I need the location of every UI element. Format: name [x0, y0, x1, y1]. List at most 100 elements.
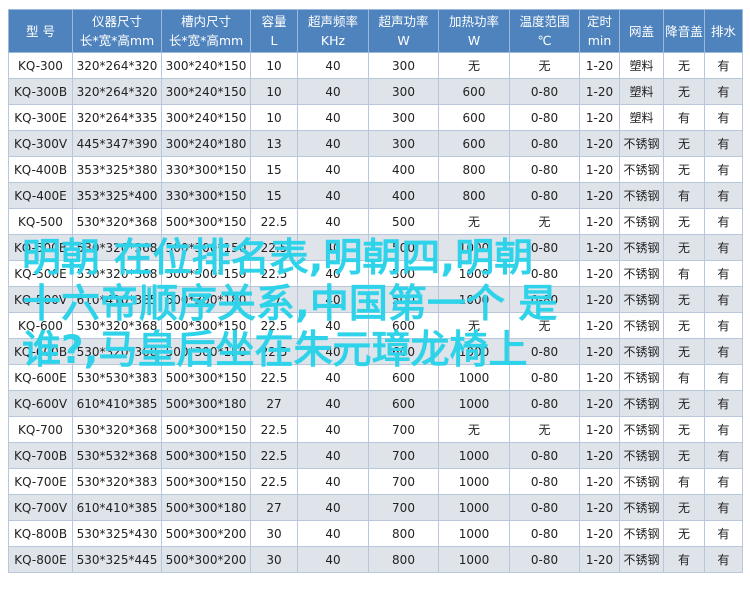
column-header-text: 定时: [586, 14, 612, 29]
table-row: KQ-500B 530*320*368 500*300*150 22.5 40 500 10…: [8, 234, 743, 261]
table-cell: 有: [704, 78, 743, 105]
table-cell: 0-80: [509, 130, 580, 157]
table-cell: 有: [704, 338, 743, 365]
table-cell: 800: [368, 546, 439, 573]
table-cell: 1-20: [579, 390, 620, 417]
table-cell: 无: [438, 52, 510, 79]
column-header: 加热功率 W: [438, 9, 510, 53]
table-cell: 700: [368, 416, 439, 443]
table-cell: 800: [368, 520, 439, 547]
table-row: KQ-600B 530*320*368 500*300*150 22.5 40 600 10…: [8, 338, 743, 365]
table-cell: 无: [509, 52, 580, 79]
column-header-text: 长*宽*高mm: [168, 33, 244, 48]
table-row: KQ-600V 610*410*385 500*300*180 27 40 600 1000…: [8, 390, 743, 417]
table-cell: 有: [704, 208, 743, 235]
table-row: KQ-700 530*320*368 500*300*150 22.5 40 700 无无 1…: [8, 416, 743, 443]
table-cell: 300: [368, 78, 439, 105]
column-header-text: 槽内尺寸: [180, 14, 231, 29]
table-cell: 10: [250, 104, 298, 131]
table-cell: 40: [297, 104, 369, 131]
column-header-text: 网盖: [628, 23, 654, 39]
table-cell: 500*300*150: [161, 312, 251, 339]
table-cell: 无: [438, 208, 510, 235]
table-cell: 1-20: [579, 312, 620, 339]
table-cell: 有: [704, 286, 743, 313]
table-cell: 40: [297, 442, 369, 469]
table-header-row: 型 号仪器尺寸 长*宽*高mm 槽内尺寸 长*宽*高mm 容量 L 超声频率 KHz 超声功率 W…: [8, 9, 743, 53]
table-cell: 无: [663, 442, 705, 469]
table-row: KQ-800E 530*325*445 500*300*200 30 40 800 1000…: [8, 546, 743, 573]
table-cell: 500*300*180: [161, 494, 251, 521]
table-cell: 22.5: [250, 442, 298, 469]
table-cell: 800: [438, 182, 510, 209]
table-cell: KQ-800E: [8, 546, 73, 573]
column-header: 网盖: [619, 9, 664, 53]
table-cell: 40: [297, 182, 369, 209]
table-cell: 22.5: [250, 260, 298, 287]
table-cell: 500: [368, 260, 439, 287]
table-row: KQ-400E 353*325*400 330*300*150 15 40 400 800 0…: [8, 182, 743, 209]
table-cell: 500: [368, 234, 439, 261]
table-cell: 无: [663, 494, 705, 521]
table-cell: 530*320*368: [72, 416, 162, 443]
table-cell: 40: [297, 546, 369, 573]
table-cell: 1-20: [579, 546, 620, 573]
table-cell: KQ-300B: [8, 78, 73, 105]
table-cell: 1-20: [579, 494, 620, 521]
table-cell: 500*300*150: [161, 234, 251, 261]
column-header-text: 排水: [710, 23, 736, 39]
table-cell: 530*532*368: [72, 442, 162, 469]
table-cell: 27: [250, 390, 298, 417]
table-cell: 无: [438, 416, 510, 443]
table-cell: 不锈钢: [619, 286, 664, 313]
table-cell: 1-20: [579, 130, 620, 157]
column-header-text: 降音盖: [665, 23, 703, 39]
table-cell: 1000: [438, 468, 510, 495]
table-cell: 塑料: [619, 104, 664, 131]
column-header-text: KHz: [320, 33, 346, 48]
table-cell: 530*325*445: [72, 546, 162, 573]
table-cell: 无: [663, 156, 705, 183]
table-row: KQ-600 530*320*368 500*300*150 22.5 40 600 无无 1…: [8, 312, 743, 339]
table-cell: 40: [297, 156, 369, 183]
column-header: 排水: [704, 9, 743, 53]
table-cell: 445*347*390: [72, 130, 162, 157]
table-cell: KQ-700E: [8, 468, 73, 495]
table-cell: 1000: [438, 286, 510, 313]
table-cell: 700: [368, 442, 439, 469]
table-cell: 500*300*180: [161, 286, 251, 313]
table-cell: 0-80: [509, 286, 580, 313]
table-row: KQ-700B 530*532*368 500*300*150 22.5 40 700 10…: [8, 442, 743, 469]
table-cell: 有: [704, 260, 743, 287]
table-cell: 1-20: [579, 468, 620, 495]
table-cell: 有: [704, 520, 743, 547]
table-cell: 不锈钢: [619, 312, 664, 339]
table-cell: 0-80: [509, 234, 580, 261]
table-cell: 320*264*320: [72, 52, 162, 79]
table-cell: 300*240*150: [161, 78, 251, 105]
table-cell: 无: [509, 208, 580, 235]
table-cell: 不锈钢: [619, 234, 664, 261]
table-cell: 1-20: [579, 364, 620, 391]
table-cell: 610*410*385: [72, 286, 162, 313]
column-header-text: W: [467, 33, 481, 48]
table-cell: 1-20: [579, 52, 620, 79]
table-cell: 22.5: [250, 208, 298, 235]
column-header-text: ℃: [537, 33, 552, 48]
table-cell: 500: [368, 286, 439, 313]
table-cell: 不锈钢: [619, 520, 664, 547]
column-header-text: 仪器尺寸: [91, 14, 142, 29]
table-row: KQ-300E 320*264*335 300*240*150 10 40 300 600 0…: [8, 104, 743, 131]
table-cell: 400: [368, 182, 439, 209]
column-header: 仪器尺寸 长*宽*高mm: [72, 9, 162, 53]
table-cell: 不锈钢: [619, 156, 664, 183]
table-cell: 610*410*385: [72, 494, 162, 521]
table-cell: 600: [368, 312, 439, 339]
table-cell: 40: [297, 364, 369, 391]
table-cell: 有: [704, 130, 743, 157]
table-cell: 500*300*150: [161, 442, 251, 469]
column-header: 型 号: [8, 9, 73, 53]
table-cell: KQ-300V: [8, 130, 73, 157]
table-cell: 0-80: [509, 182, 580, 209]
table-cell: 800: [438, 156, 510, 183]
